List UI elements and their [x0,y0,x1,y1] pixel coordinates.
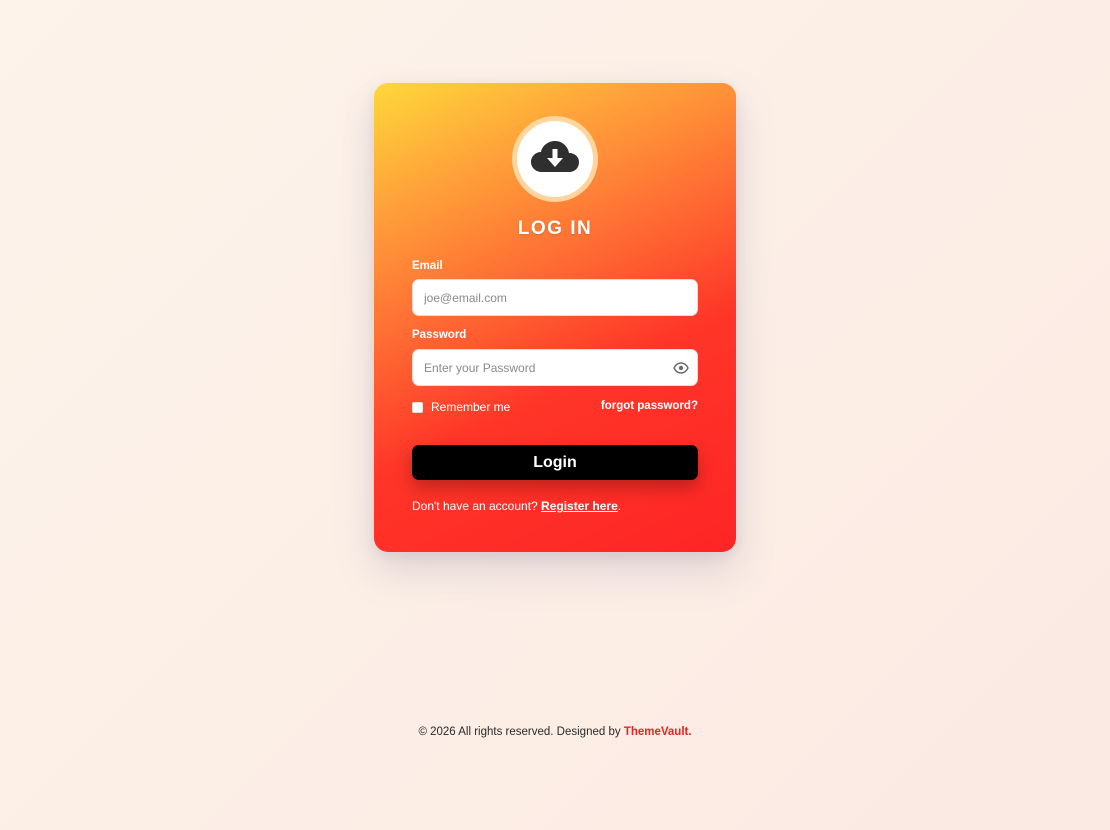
cloud-download-icon [530,140,580,179]
remember-label: Remember me [431,400,511,414]
password-field-wrapper [412,349,698,386]
footer-brand-link[interactable]: ThemeVault. [624,726,692,738]
footer: © 2026 All rights reserved. Designed by … [0,726,1110,738]
eye-icon[interactable] [673,360,689,376]
register-prompt-text: Don't have an account? [412,499,542,513]
email-field[interactable] [413,280,664,315]
logo-circle [517,121,593,197]
password-label: Password [412,329,467,341]
forgot-password-link[interactable]: forgot password? [601,400,698,412]
email-field-wrapper [412,279,698,316]
login-card: LOG IN Email Password Remember me forgot… [374,83,736,552]
email-label: Email [412,260,443,272]
logo-badge [512,116,598,202]
register-link[interactable]: Register here [541,499,618,513]
page-title: LOG IN [517,218,593,239]
remember-checkbox[interactable] [412,401,423,413]
footer-text: © 2026 All rights reserved. Designed by [418,726,624,738]
register-prompt: Don't have an account? Register here. [412,499,621,513]
register-suffix: . [617,499,622,513]
remember-me[interactable]: Remember me [412,400,510,414]
password-field[interactable] [413,350,664,385]
login-button[interactable]: Login [412,445,698,480]
